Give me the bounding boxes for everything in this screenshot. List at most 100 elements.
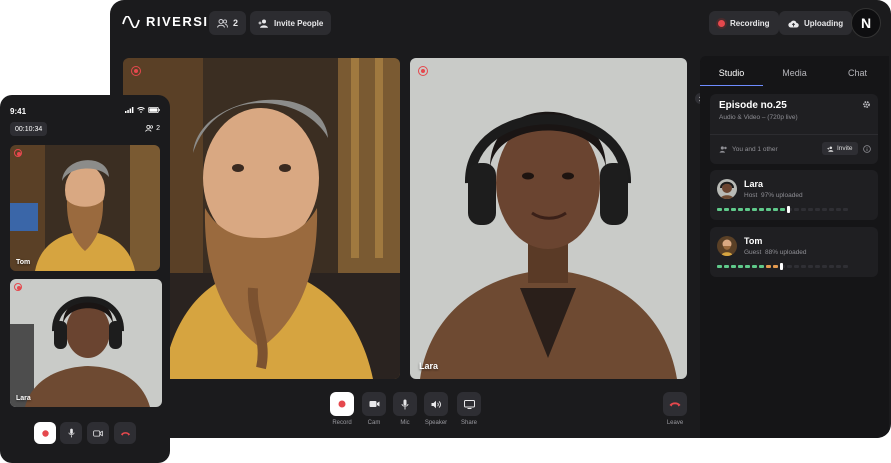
mic-control[interactable]: Mic <box>393 392 417 426</box>
avatar <box>717 236 737 256</box>
progress-segment <box>780 208 785 211</box>
mic-button[interactable] <box>393 392 417 416</box>
share-control[interactable]: Share <box>457 392 481 426</box>
avatar-image-tom <box>717 236 737 256</box>
progress-segment <box>759 265 764 268</box>
progress-segment <box>794 208 799 211</box>
user-avatar[interactable]: N <box>851 8 881 38</box>
people-icon <box>145 125 154 132</box>
battery-icon <box>148 107 160 113</box>
progress-segment <box>843 208 848 211</box>
video-tile-lara[interactable]: Lara <box>10 279 162 407</box>
share-button[interactable] <box>457 392 481 416</box>
avatar-image-lara <box>717 179 737 199</box>
tab-chat[interactable]: Chat <box>826 62 889 86</box>
participant-name: Tom <box>744 236 763 246</box>
mobile-app: 9:41 00:10:34 2 Tom Lara <box>0 95 170 463</box>
progress-segment <box>731 265 736 268</box>
record-dot-icon <box>41 429 49 437</box>
uploading-button[interactable]: Uploading <box>779 11 853 35</box>
upload-status: 88% uploaded <box>764 249 807 256</box>
hang-up-icon <box>120 431 130 436</box>
upload-status: 97% uploaded <box>761 192 803 199</box>
cam-control[interactable]: Cam <box>362 392 386 426</box>
participants-count: 2 <box>233 18 239 28</box>
divider <box>710 134 878 135</box>
status-bar-icons <box>125 107 160 113</box>
progress-segment <box>717 208 722 211</box>
cam-button[interactable] <box>362 392 386 416</box>
speaker-control[interactable]: Speaker <box>424 392 448 426</box>
record-button[interactable] <box>34 422 56 444</box>
episode-subtitle: Audio & Video – (720p live) <box>719 114 798 121</box>
info-icon[interactable] <box>863 145 871 153</box>
gear-icon[interactable] <box>862 100 871 109</box>
progress-segment <box>724 265 729 268</box>
leave-button[interactable] <box>114 422 136 444</box>
recording-indicator-icon <box>14 149 22 157</box>
progress-segment <box>794 265 799 268</box>
leave-control[interactable]: Leave <box>663 392 687 426</box>
participant-card-tom: Tom Guest 88% uploaded <box>710 227 878 277</box>
progress-segment <box>759 208 764 211</box>
participants-button[interactable]: 2 <box>145 125 160 132</box>
progress-segment <box>815 208 820 211</box>
progress-segment <box>822 208 827 211</box>
progress-segment <box>829 208 834 211</box>
speaker-label: Speaker <box>424 420 448 426</box>
progress-segment <box>829 265 834 268</box>
cam-label: Cam <box>367 420 381 426</box>
progress-segment <box>717 265 722 268</box>
people-icon <box>217 18 228 28</box>
share-label: Share <box>460 420 477 426</box>
participant-video-tom <box>10 145 160 271</box>
invite-label: Invite <box>837 145 853 152</box>
progress-segment <box>738 208 743 211</box>
episode-participants: You and 1 other <box>719 146 778 153</box>
progress-segment <box>808 208 813 211</box>
uploading-label: Uploading <box>804 18 844 28</box>
progress-segment <box>843 265 848 268</box>
video-tile-tom[interactable]: Tom <box>10 145 160 271</box>
recording-indicator-icon <box>131 66 141 76</box>
wave-logo-icon <box>122 15 140 28</box>
leave-button[interactable] <box>663 392 687 416</box>
speaker-button[interactable] <box>424 392 448 416</box>
recording-button[interactable]: Recording <box>709 11 779 35</box>
cam-button[interactable] <box>87 422 109 444</box>
signal-icon <box>125 107 134 113</box>
invite-people-button[interactable]: Invite People <box>250 11 332 35</box>
microphone-icon <box>401 399 409 409</box>
progress-handle <box>787 206 790 213</box>
tab-studio[interactable]: Studio <box>700 62 763 86</box>
episode-card: Episode no.25 Audio & Video – (720p live… <box>710 94 878 164</box>
screen-share-icon <box>463 399 475 409</box>
wifi-icon <box>137 107 145 113</box>
progress-segment <box>745 208 750 211</box>
record-dot-icon <box>338 400 346 408</box>
record-button[interactable] <box>330 392 354 416</box>
video-tile-lara[interactable]: Lara <box>410 58 687 379</box>
invite-people-label: Invite People <box>274 18 324 28</box>
recording-indicator-icon <box>418 66 428 76</box>
invite-button[interactable]: Invite <box>822 142 858 155</box>
status-bar-clock: 9:41 <box>10 107 27 116</box>
participant-role: Guest <box>744 249 762 256</box>
mic-button[interactable] <box>60 422 82 444</box>
participants-button[interactable]: 2 <box>209 11 247 35</box>
progress-handle <box>780 263 783 270</box>
tab-media[interactable]: Media <box>763 62 826 86</box>
camera-icon <box>369 401 379 407</box>
progress-segment <box>724 208 729 211</box>
progress-segment <box>773 208 778 211</box>
progress-segment <box>752 208 757 211</box>
speaker-icon <box>431 400 441 408</box>
participants-count: 2 <box>156 125 160 132</box>
studio-sidebar: Studio Media Chat Episode no.25 Audio & … <box>700 56 889 438</box>
progress-segment <box>808 265 813 268</box>
camera-icon <box>93 429 103 437</box>
add-user-icon <box>827 145 834 152</box>
top-bar: RIVERSIDE 2 Invite People Recording Uplo… <box>110 0 891 46</box>
participant-name: Lara <box>419 361 439 371</box>
record-control[interactable]: Record <box>330 392 354 426</box>
